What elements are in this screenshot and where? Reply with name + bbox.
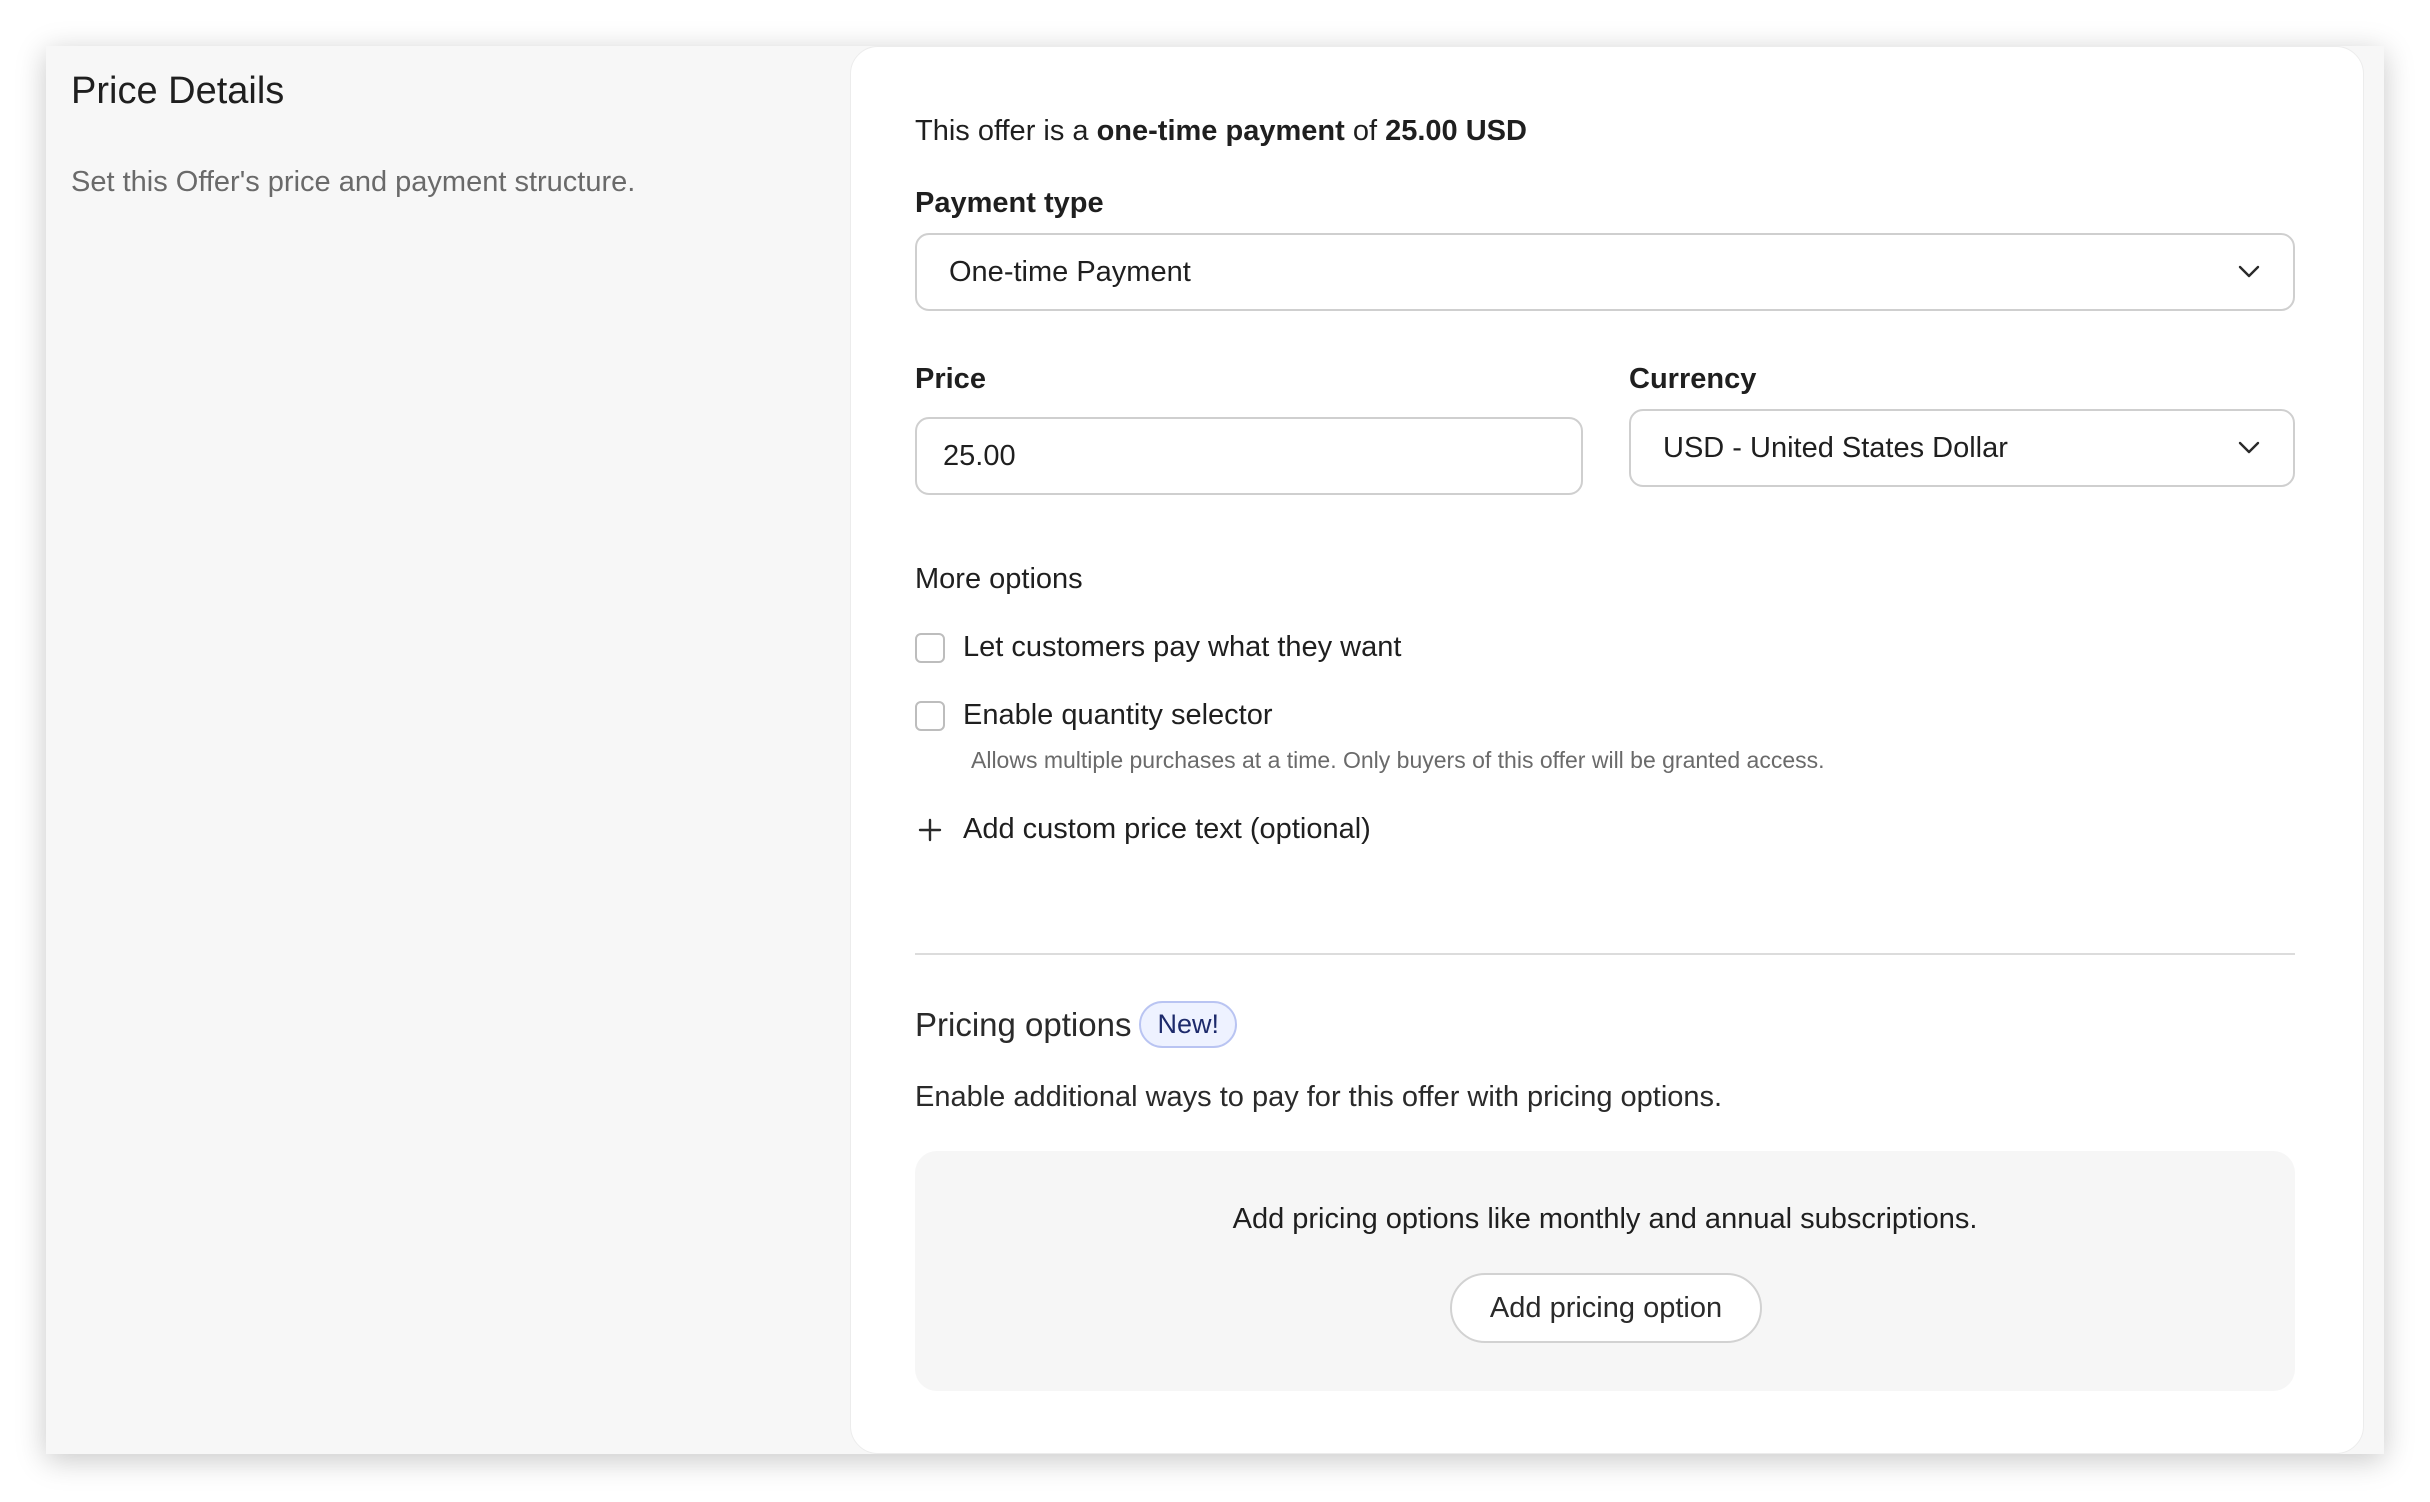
- price-details-section: Price Details Set this Offer's price and…: [46, 46, 2384, 1454]
- chevron-down-icon: [2235, 258, 2263, 286]
- empty-state-message: Add pricing options like monthly and ann…: [1232, 1203, 1978, 1235]
- price-value: 25.00: [943, 439, 1016, 472]
- price-input[interactable]: 25.00: [915, 417, 1583, 495]
- plus-icon: [915, 815, 945, 845]
- add-custom-price-text-button[interactable]: Add custom price text (optional): [915, 813, 1371, 846]
- quantity-selector-label: Enable quantity selector: [963, 699, 1273, 731]
- add-pricing-option-button[interactable]: Add pricing option: [1450, 1273, 1762, 1343]
- section-divider: [915, 953, 2295, 955]
- quantity-selector-checkbox[interactable]: [915, 700, 945, 731]
- payment-type-label: Payment type: [915, 187, 1104, 219]
- chevron-down-icon: [2235, 434, 2263, 462]
- pay-what-you-want-label: Let customers pay what they want: [963, 631, 1402, 663]
- currency-label: Currency: [1629, 363, 1757, 395]
- summary-payment-kind: one-time payment: [1096, 115, 1345, 147]
- summary-prefix: This offer is a: [915, 115, 1097, 147]
- summary-amount: 25.00 USD: [1385, 115, 1527, 147]
- summary-middle: of: [1344, 115, 1386, 147]
- new-badge: New!: [1139, 1001, 1237, 1048]
- page-subtitle: Set this Offer's price and payment struc…: [71, 166, 636, 198]
- payment-type-value: One-time Payment: [949, 255, 1191, 288]
- pay-what-you-want-checkbox[interactable]: [915, 632, 945, 663]
- price-label: Price: [915, 363, 986, 395]
- price-settings-card: This offer is a one-time payment of 25.0…: [850, 46, 2364, 1454]
- more-options-heading: More options: [915, 563, 1083, 595]
- currency-select[interactable]: USD - United States Dollar: [1629, 409, 2295, 487]
- quantity-selector-help: Allows multiple purchases at a time. Onl…: [971, 747, 1825, 773]
- pricing-options-empty-state: Add pricing options like monthly and ann…: [915, 1151, 2295, 1391]
- pricing-options-description: Enable additional ways to pay for this o…: [915, 1081, 1723, 1113]
- page-title: Price Details: [71, 70, 285, 112]
- pay-what-you-want-option[interactable]: Let customers pay what they want: [915, 631, 1401, 664]
- offer-summary: This offer is a one-time payment of 25.0…: [915, 115, 1527, 148]
- currency-value: USD - United States Dollar: [1663, 431, 2008, 464]
- quantity-selector-option[interactable]: Enable quantity selector: [915, 699, 1273, 732]
- pricing-options-title: Pricing options: [915, 1005, 1132, 1043]
- pricing-options-header: Pricing options New!: [915, 1001, 1237, 1048]
- payment-type-select[interactable]: One-time Payment: [915, 233, 2295, 311]
- add-custom-price-text-label: Add custom price text (optional): [963, 813, 1371, 845]
